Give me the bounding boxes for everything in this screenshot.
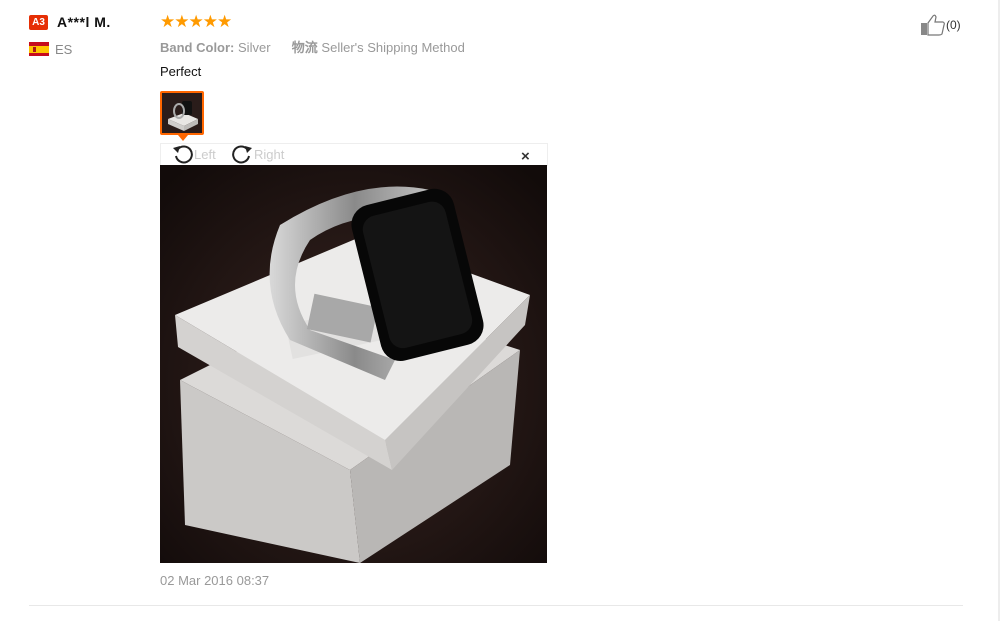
rotate-left-button[interactable]: Left <box>172 144 216 164</box>
star-rating: ★★★★★ <box>160 12 232 31</box>
rotate-left-icon <box>173 145 193 164</box>
spain-flag-icon <box>29 42 49 56</box>
sku-info: Band Color: Silver 物流 Seller's Shipping … <box>160 37 465 56</box>
review-text: Perfect <box>160 64 202 79</box>
band-color-label: Band Color: <box>160 40 235 55</box>
shipping-label: 物流 <box>291 40 318 55</box>
image-viewer-toolbar <box>160 143 548 166</box>
review-divider <box>29 605 963 606</box>
band-color-value: Silver <box>238 40 271 55</box>
rotate-left-label: Left <box>194 146 216 162</box>
review-photo-large <box>160 165 547 563</box>
shipping-value: Seller's Shipping Method <box>321 40 465 55</box>
reviewer-country: ES <box>55 42 73 57</box>
reviewer-name: A***l M. <box>57 14 111 30</box>
selected-thumbnail-indicator <box>178 135 188 141</box>
thumbs-up-icon <box>921 14 945 36</box>
helpful-button[interactable]: (0) <box>920 14 961 36</box>
rotate-right-label: Right <box>254 146 285 162</box>
review-photo-thumbnail[interactable] <box>160 91 204 135</box>
helpful-count: (0) <box>946 18 961 32</box>
rotate-right-icon <box>232 145 252 164</box>
review-date: 02 Mar 2016 08:37 <box>160 573 270 588</box>
close-viewer-button[interactable]: × <box>521 148 530 165</box>
rotate-right-button[interactable]: Right <box>230 144 284 164</box>
buyer-level-badge: A3 <box>29 15 48 30</box>
